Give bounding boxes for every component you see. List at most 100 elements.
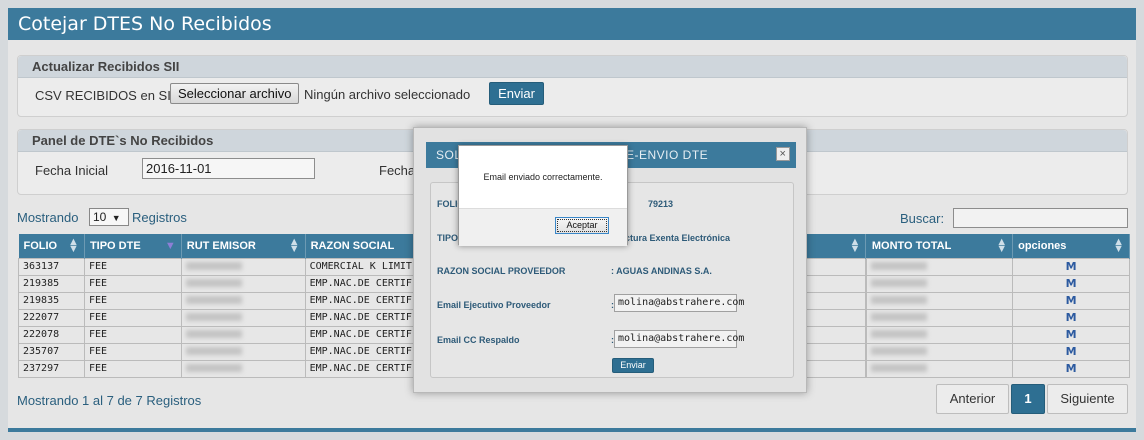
sort-icon: ▲ ▼	[996, 236, 1008, 255]
sort-icon: ▲ ▼	[1113, 236, 1124, 255]
mail-icon[interactable]: M	[1017, 294, 1125, 307]
cell-folio: 363137	[18, 257, 85, 276]
col-monto-label: MONTO TOTAL	[871, 239, 952, 252]
cell-rut	[180, 325, 306, 344]
redacted-value	[185, 296, 242, 304]
table-summary: Mostrando 1 al 7 de 7 Registros	[17, 393, 202, 408]
redacted-value	[185, 313, 242, 321]
cell-folio: 235707	[18, 342, 85, 361]
fecha-final-label: Fecha	[379, 163, 416, 178]
cell-opciones: M	[1012, 257, 1130, 276]
redacted-value	[871, 296, 928, 304]
cell-folio: 222077	[18, 308, 85, 327]
col-razon-label: RAZON SOCIAL	[310, 239, 395, 252]
redacted-value	[871, 330, 928, 338]
sort-icon: ▲ ▼	[288, 236, 300, 255]
upload-panel: Actualizar Recibidos SII CSV RECIBIDOS e…	[17, 55, 1128, 117]
col-rut-label: RUT EMISOR	[186, 239, 256, 252]
bottom-border	[8, 428, 1136, 432]
col-tipo[interactable]: TIPO DTE ▼	[84, 234, 182, 258]
csv-label: CSV RECIBIDOS en SII	[35, 88, 175, 103]
cell-monto	[866, 359, 1014, 378]
page-1-button[interactable]: 1	[1011, 384, 1045, 414]
file-status: Ningún archivo seleccionado	[304, 87, 471, 102]
cell-opciones: M	[1012, 342, 1130, 361]
search-label: Buscar:	[900, 211, 945, 226]
search-input[interactable]	[953, 208, 1128, 228]
page-title: Cotejar DTES No Recibidos	[8, 8, 1136, 40]
cell-tipo: FEE	[83, 257, 182, 276]
cell-tipo: FEE	[83, 291, 182, 310]
mail-icon[interactable]: M	[1017, 345, 1125, 358]
cell-monto	[866, 274, 1014, 293]
chevron-down-icon: ▼	[111, 213, 121, 223]
email-ejecutivo-input[interactable]: molina@abstrahere.com	[614, 294, 744, 312]
next-page-button[interactable]: Siguiente	[1047, 384, 1128, 414]
fecha-inicial-input[interactable]: 2016-11-01	[142, 158, 315, 179]
cell-rut	[180, 257, 306, 276]
show-suffix: Registros	[132, 210, 187, 225]
sort-icon: ▲ ▼	[68, 236, 79, 255]
sort-desc-icon: ▼	[164, 240, 176, 252]
page-size-value: 10	[93, 210, 107, 224]
redacted-value	[871, 279, 928, 287]
fecha-inicial-label: Fecha Inicial	[35, 163, 108, 178]
cell-monto	[866, 325, 1014, 344]
cell-monto	[866, 291, 1014, 310]
mail-icon[interactable]: M	[1017, 260, 1125, 273]
mail-icon[interactable]: M	[1017, 277, 1125, 290]
modal-submit-button[interactable]: Enviar	[612, 358, 654, 373]
redacted-value	[185, 262, 242, 270]
redacted-value	[185, 347, 242, 355]
show-prefix: Mostrando	[17, 210, 79, 225]
mail-icon[interactable]: M	[1017, 362, 1125, 375]
cell-opciones: M	[1012, 308, 1130, 327]
cell-folio: 219385	[18, 274, 85, 293]
modal-razon-label: RAZON SOCIAL PROVEEDOR	[437, 266, 566, 276]
col-rut[interactable]: RUT EMISOR ▲ ▼	[181, 234, 306, 258]
cell-monto	[866, 308, 1014, 327]
redacted-value	[185, 279, 242, 287]
sort-icon: ▲ ▼	[849, 236, 861, 255]
prev-page-button[interactable]: Anterior	[936, 384, 1009, 414]
cell-rut	[180, 308, 306, 327]
cell-rut	[180, 274, 306, 293]
cell-rut	[180, 359, 306, 378]
cell-folio: 237297	[18, 359, 85, 378]
modal-tipo-label: TIPO	[437, 233, 459, 243]
close-icon[interactable]: ×	[776, 147, 790, 161]
mail-icon[interactable]: M	[1017, 311, 1125, 324]
modal-title-right: E-ENVIO DTE	[626, 148, 709, 162]
cell-tipo: FEE	[83, 274, 182, 293]
redacted-value	[871, 313, 928, 321]
success-alert: Email enviado correctamente. Aceptar	[458, 145, 628, 246]
upload-panel-title: Actualizar Recibidos SII	[18, 56, 1127, 78]
cell-opciones: M	[1012, 325, 1130, 344]
redacted-value	[871, 364, 928, 372]
col-opciones[interactable]: opciones ▲ ▼	[1012, 234, 1130, 258]
cell-monto	[866, 257, 1014, 276]
mail-icon[interactable]: M	[1017, 328, 1125, 341]
col-folio[interactable]: FOLIO ▲ ▼	[18, 234, 85, 258]
modal-razon-value: : AGUAS ANDINAS S.A.	[611, 266, 712, 276]
cell-tipo: FEE	[83, 325, 182, 344]
alert-footer: Aceptar	[459, 208, 627, 246]
email-cc-label: Email CC Respaldo	[437, 335, 520, 345]
col-opciones-label: opciones	[1018, 239, 1067, 252]
cell-opciones: M	[1012, 274, 1130, 293]
modal-tipo-value: ctura Exenta Electrónica	[625, 233, 731, 243]
accept-button[interactable]: Aceptar	[555, 217, 609, 234]
page-size-select[interactable]: 10 ▼	[89, 208, 129, 226]
col-tipo-label: TIPO DTE	[89, 239, 141, 252]
redacted-value	[871, 347, 928, 355]
redacted-value	[185, 364, 242, 372]
modal-folio-value: 79213	[648, 199, 674, 209]
select-file-button[interactable]: Seleccionar archivo	[170, 83, 300, 104]
cell-rut	[180, 342, 306, 361]
redacted-value	[871, 262, 928, 270]
cell-folio: 222078	[18, 325, 85, 344]
email-cc-input[interactable]: molina@abstrahere.com	[614, 330, 744, 348]
upload-submit-button[interactable]: Enviar	[489, 82, 544, 105]
col-monto[interactable]: MONTO TOTAL ▲ ▼	[866, 234, 1014, 258]
cell-rut	[180, 291, 306, 310]
